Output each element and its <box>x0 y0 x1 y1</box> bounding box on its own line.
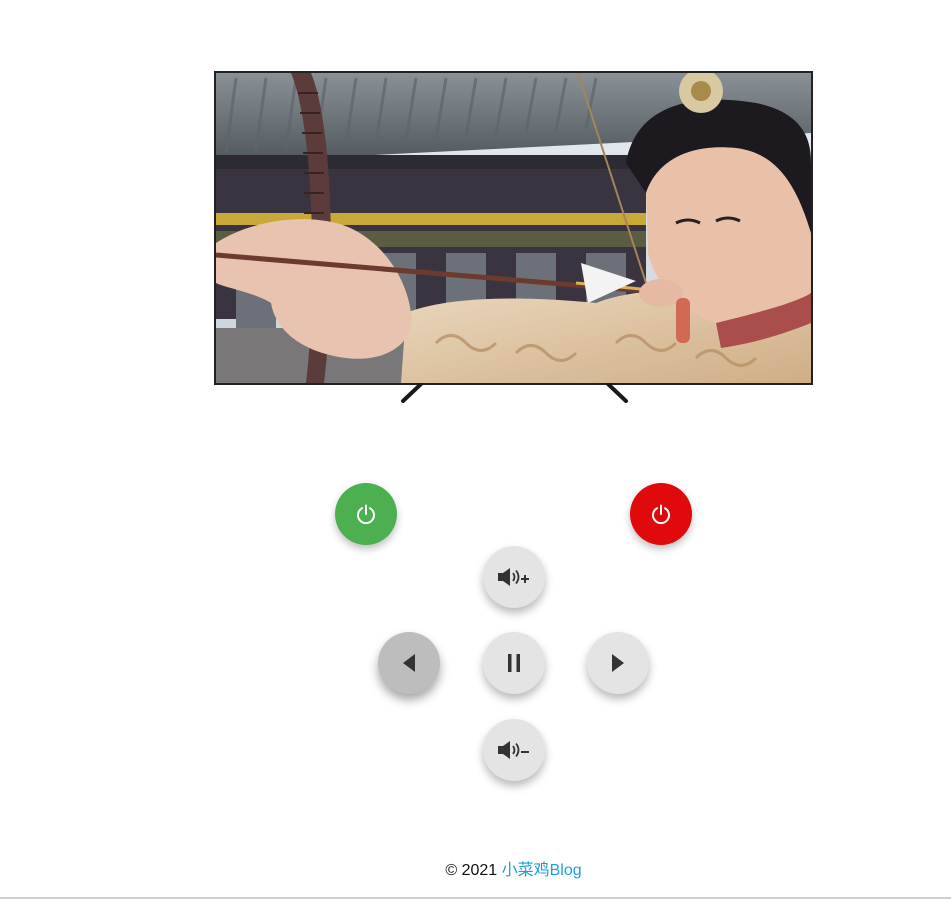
next-icon <box>609 653 627 673</box>
next-button[interactable] <box>587 632 649 694</box>
volume-up-icon <box>497 567 531 587</box>
pause-icon <box>506 653 522 673</box>
pause-button[interactable] <box>483 632 545 694</box>
tv-stand-left <box>400 383 424 403</box>
footer: © 2021 小菜鸡Blog <box>0 856 951 880</box>
copyright-text: © 2021 <box>445 862 498 879</box>
power-icon <box>650 503 672 525</box>
volume-down-icon <box>497 740 531 760</box>
previous-icon <box>400 653 418 673</box>
power-off-button[interactable] <box>630 483 692 545</box>
volume-down-button[interactable] <box>483 719 545 781</box>
power-on-button[interactable] <box>335 483 397 545</box>
tv-stand-right <box>605 383 629 403</box>
blog-link[interactable]: 小菜鸡Blog <box>502 862 582 879</box>
tv-frame <box>214 71 813 385</box>
previous-button[interactable] <box>378 632 440 694</box>
tv-screen-image <box>216 73 811 383</box>
page: © 2021 小菜鸡Blog <box>0 0 951 899</box>
power-icon <box>355 503 377 525</box>
volume-up-button[interactable] <box>483 546 545 608</box>
